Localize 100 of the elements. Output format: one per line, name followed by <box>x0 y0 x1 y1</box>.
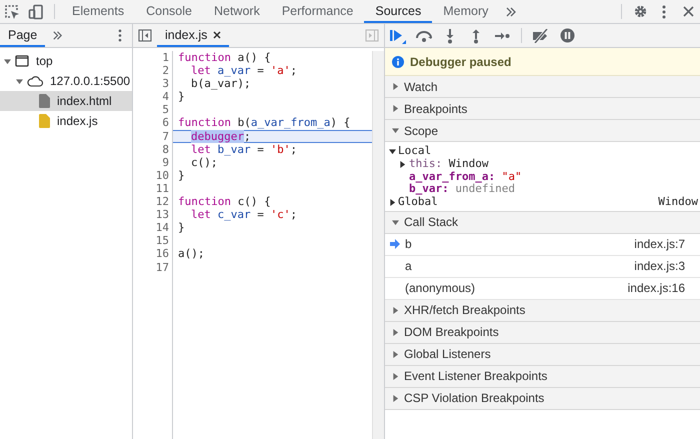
step-icon[interactable] <box>494 30 510 40</box>
line-number: 6 <box>162 116 169 130</box>
section-header[interactable]: DOM Breakpoints <box>385 322 700 344</box>
property-row[interactable]: b_var: undefined <box>385 183 700 196</box>
more-options-icon[interactable] <box>662 4 666 18</box>
more-options-icon[interactable] <box>118 29 122 42</box>
panel-tab[interactable]: Memory <box>432 0 500 23</box>
tree-item-label: top <box>36 54 53 68</box>
property-row[interactable]: this: Window <box>385 158 700 171</box>
line-number: 10 <box>156 168 169 182</box>
section-header[interactable]: Call Stack <box>385 212 700 234</box>
code-line: } <box>177 90 186 104</box>
property: b_var: undefined <box>409 183 515 196</box>
expanded-triangle-icon[interactable] <box>389 148 396 155</box>
toggle-navigator-icon[interactable] <box>138 29 152 42</box>
section-header[interactable]: Event Listener Breakpoints <box>385 366 700 388</box>
tree-item-label: 127.0.0.1:5500 <box>50 74 130 88</box>
device-icon[interactable] <box>28 4 44 20</box>
scope-row[interactable]: Local <box>385 145 700 158</box>
line-number: 13 <box>156 208 169 222</box>
line-number: 14 <box>156 221 169 234</box>
section-header[interactable]: XHR/fetch Breakpoints <box>385 300 700 322</box>
section-title: Breakpoints <box>404 102 468 116</box>
step-into-icon[interactable] <box>445 28 455 44</box>
banner-text: Debugger paused <box>410 54 512 68</box>
line-number: 12 <box>156 195 169 208</box>
scope-row[interactable]: Global Window <box>385 196 700 209</box>
tree-item[interactable]: top <box>0 51 132 71</box>
line-number: 3 <box>162 77 169 90</box>
line-number: 17 <box>156 260 169 274</box>
section-title: Event Listener Breakpoints <box>404 369 548 384</box>
code-line: function b(a_var_from_a) { <box>177 116 352 130</box>
line-number: 16 <box>156 247 169 260</box>
settings-icon[interactable] <box>632 4 648 19</box>
property: a_var_from_a: "a" <box>409 170 522 184</box>
frame-icon <box>15 55 29 67</box>
panel-tab[interactable]: Network <box>202 0 271 23</box>
scope-name: Local <box>398 145 432 158</box>
frame-name: b <box>405 237 412 252</box>
code-line: let b_var = 'b'; <box>190 142 298 156</box>
tree-item[interactable]: 127.0.0.1:5500 <box>0 71 132 91</box>
line-number: 11 <box>156 182 169 196</box>
code-line: c(); <box>190 156 218 169</box>
section-header[interactable]: Breakpoints <box>385 98 700 120</box>
line-number: 2 <box>162 64 169 78</box>
code-line: function a() { <box>177 51 272 64</box>
frame-location[interactable]: index.js:7 <box>634 237 685 252</box>
section-title: Scope <box>404 124 438 138</box>
tree-item[interactable]: index.js <box>0 111 132 131</box>
code-line: b(a_var); <box>190 77 252 90</box>
frame-name: a <box>405 259 412 274</box>
section-title: Global Listeners <box>404 347 491 362</box>
tree-item-label: index.js <box>57 114 98 128</box>
scope-name: Global <box>398 196 438 209</box>
resume-icon[interactable] <box>389 28 407 44</box>
step-out-icon[interactable] <box>471 28 481 44</box>
deactivate-breakpoints-icon[interactable] <box>532 28 550 42</box>
collapsed-triangle-icon[interactable] <box>399 160 406 168</box>
code-line: } <box>177 221 186 234</box>
toggle-sidebar-icon[interactable] <box>365 29 379 42</box>
line-number: 1 <box>162 51 169 64</box>
frame-location[interactable]: index.js:3 <box>634 259 685 274</box>
section-title: Watch <box>404 80 438 94</box>
close-icon[interactable] <box>682 6 694 17</box>
section-header[interactable]: Scope <box>385 120 700 142</box>
code-line: } <box>177 168 186 182</box>
file-icon <box>39 114 50 128</box>
current-frame-arrow-icon <box>390 239 400 250</box>
section-header[interactable]: CSP Violation Breakpoints <box>385 388 700 410</box>
inspect-icon[interactable] <box>4 4 20 20</box>
more-tabs-icon[interactable] <box>52 30 63 41</box>
section-header[interactable]: Global Listeners <box>385 344 700 366</box>
scope-value: Window <box>658 196 698 209</box>
panel-tab[interactable]: Performance <box>270 0 364 23</box>
property-row[interactable]: a_var_from_a: "a" <box>385 170 700 184</box>
file-icon <box>39 94 50 108</box>
step-over-icon[interactable] <box>415 28 433 42</box>
close-icon[interactable] <box>213 30 222 38</box>
code-line: a(); <box>177 247 206 260</box>
property: this: Window <box>409 158 488 171</box>
line-number: 4 <box>162 90 169 104</box>
scrollbar[interactable] <box>372 51 384 439</box>
more-tabs-icon[interactable] <box>505 6 518 18</box>
frame-location[interactable]: index.js:16 <box>628 281 685 296</box>
panel-tab[interactable]: Console <box>135 0 203 23</box>
section-title: DOM Breakpoints <box>404 325 499 340</box>
pause-on-exceptions-icon[interactable] <box>560 28 574 43</box>
code-line: let a_var = 'a'; <box>190 64 298 78</box>
line-number: 5 <box>162 103 169 116</box>
code-line: let c_var = 'c'; <box>190 208 298 222</box>
cloud-icon <box>27 76 43 86</box>
code-line: function c() { <box>177 195 272 208</box>
section-title: CSP Violation Breakpoints <box>404 391 544 406</box>
line-number: 9 <box>162 156 169 169</box>
tree-item[interactable]: index.html <box>0 91 132 111</box>
tree-item-label: index.html <box>57 94 112 108</box>
section-title: XHR/fetch Breakpoints <box>404 303 526 318</box>
section-header[interactable]: Watch <box>385 76 700 98</box>
panel-tab[interactable]: Elements <box>61 0 136 23</box>
collapsed-triangle-icon[interactable] <box>389 199 396 206</box>
